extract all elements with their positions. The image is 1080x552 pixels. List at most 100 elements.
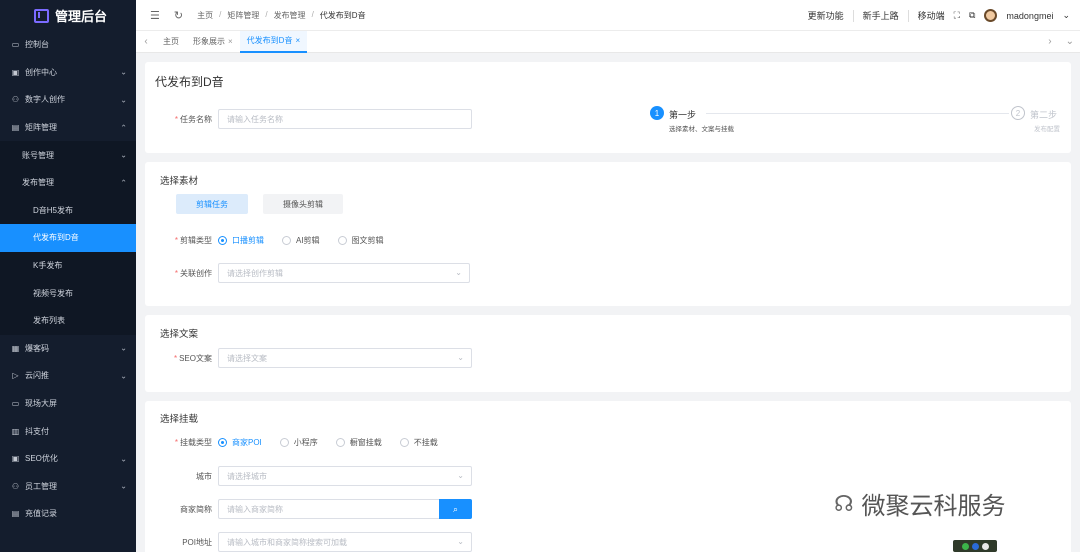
radio-merchant-poi[interactable]: 商家POI — [218, 437, 262, 448]
qrcode-icon: ▦ — [11, 343, 20, 353]
task-name-input[interactable]: 请输入任务名称 — [218, 109, 472, 129]
close-icon[interactable]: × — [228, 37, 233, 46]
avatar[interactable] — [984, 9, 998, 22]
chevron-down-icon: ⌄ — [120, 481, 127, 491]
chevron-up-icon: ⌃ — [120, 123, 127, 133]
app-logo[interactable]: 管理后台 — [0, 0, 136, 31]
wallet-icon: ▤ — [11, 509, 20, 519]
sidebar-item-recharge[interactable]: ▤ 充值记录 — [0, 500, 136, 528]
task-card: 代发布到D音 * 任务名称 请输入任务名称 1 第一步 选择素材、文案与挂载 2 … — [145, 62, 1071, 153]
sidebar-item-digital-human[interactable]: ⚇ 数字人创作 ⌄ — [0, 86, 136, 114]
radio-no-mount[interactable]: 不挂载 — [399, 437, 438, 448]
sidebar-item-publish-list[interactable]: 发布列表 — [0, 306, 136, 335]
search-icon: ⌕ — [452, 503, 459, 514]
mobile-link[interactable]: 移动端 — [918, 9, 945, 22]
chevron-down-icon: ⌄ — [457, 471, 464, 480]
logo-icon — [34, 8, 49, 23]
copy-card: 选择文案 * SEO文案 请选择文案 ⌄ — [145, 315, 1071, 392]
chevron-down-icon: ⌄ — [120, 150, 127, 160]
screen-icon: ▭ — [11, 399, 20, 409]
sidebar-item-cloud-push[interactable]: ▷ 云闪推 ⌄ — [0, 362, 136, 390]
sidebar-item-publish[interactable]: 发布管理 ⌃ — [0, 168, 136, 197]
page-title: 代发布到D音 — [155, 75, 224, 89]
staff-icon: ⚇ — [11, 481, 20, 491]
sidebar-item-big-screen[interactable]: ▭ 现场大屏 — [0, 390, 136, 418]
radio-mini-program[interactable]: 小程序 — [279, 437, 318, 448]
poi-row: POI地址 请输入城市和商家简称搜索可加载 ⌄ — [145, 532, 472, 552]
tab-bar: ‹ 主页 形象展示 × 代发布到D音 × › ⌄ — [136, 30, 1080, 53]
refresh-icon[interactable]: ↻ — [174, 9, 183, 22]
breadcrumb-publish[interactable]: 发布管理 — [274, 10, 306, 21]
sidebar-item-seo[interactable]: ▣ SEO优化 ⌄ — [0, 445, 136, 473]
sidebar-item-pay[interactable]: ▥ 抖支付 — [0, 417, 136, 445]
tray-icon[interactable] — [971, 542, 979, 550]
breadcrumb-home[interactable]: 主页 — [197, 10, 213, 21]
monitor-icon: ▭ — [11, 40, 20, 50]
tray-icon[interactable] — [981, 542, 989, 550]
chevron-down-icon: ⌄ — [457, 353, 464, 362]
top-bar: ☰ ↻ 主页 / 矩阵管理 / 发布管理 / 代发布到D音 更新功能 新手上路 … — [136, 0, 1080, 31]
top-bar-actions: 更新功能 新手上路 移动端 ⛶ ⧉ madongmei ⌄ — [808, 0, 1070, 31]
search-button[interactable]: ⌕ — [439, 499, 472, 519]
sidebar-item-k-publish[interactable]: K手发布 — [0, 251, 136, 280]
radio-showcase[interactable]: 橱窗挂载 — [335, 437, 382, 448]
related-creation-select[interactable]: 请选择创作剪辑 ⌄ — [218, 263, 470, 283]
tab-scroll-right-icon[interactable]: › — [1048, 36, 1051, 47]
radio-ai-edit[interactable]: AI剪辑 — [282, 235, 320, 246]
edit-task-tab[interactable]: 剪辑任务 — [176, 194, 248, 214]
guide-link[interactable]: 新手上路 — [863, 9, 899, 22]
sidebar-item-creation-center[interactable]: ▣ 创作中心 ⌄ — [0, 59, 136, 87]
material-title: 选择素材 — [160, 176, 199, 187]
chevron-down-icon: ⌄ — [120, 343, 127, 353]
tab-home[interactable]: 主页 — [156, 31, 186, 53]
tray-icon[interactable] — [961, 542, 969, 550]
sidebar: 管理后台 ▭ 控制台 ▣ 创作中心 ⌄ ⚇ 数字人创作 ⌄ ▤ 矩阵管理 ⌃ 账号管理 ⌄ 发布… — [0, 0, 136, 552]
sidebar-menu: ▭ 控制台 ▣ 创作中心 ⌄ ⚇ 数字人创作 ⌄ ▤ 矩阵管理 ⌃ 账号管理 ⌄ 发布管理 ⌃ D… — [0, 31, 136, 528]
sidebar-item-channel-publish[interactable]: 视频号发布 — [0, 279, 136, 307]
sidebar-item-proxy-publish[interactable]: 代发布到D音 — [0, 224, 136, 252]
radio-image-text-edit[interactable]: 图文剪辑 — [337, 235, 384, 246]
close-icon[interactable]: × — [295, 36, 300, 45]
wechat-icon: ☊ — [834, 490, 854, 516]
city-row: 城市 请选择城市 ⌄ — [145, 466, 472, 486]
sidebar-item-staff[interactable]: ⚇ 员工管理 ⌄ — [0, 473, 136, 501]
translate-icon[interactable]: ⧉ — [969, 10, 975, 21]
camera-edit-tab[interactable]: 摄像头剪辑 — [263, 194, 343, 214]
tab-scroll-left-icon[interactable]: ‹ — [136, 36, 156, 47]
breadcrumb: 主页 / 矩阵管理 / 发布管理 / 代发布到D音 — [197, 9, 366, 21]
watermark: ☊ 微聚云科服务 — [834, 490, 1006, 521]
sidebar-item-dashboard[interactable]: ▭ 控制台 — [0, 31, 136, 59]
sidebar-item-qrcode[interactable]: ▦ 爆客码 ⌄ — [0, 335, 136, 363]
tab-proxy-publish[interactable]: 代发布到D音 × — [239, 30, 308, 53]
chevron-down-icon: ⌄ — [120, 95, 127, 105]
tab-menu-icon[interactable]: ⌄ — [1066, 36, 1074, 47]
poi-select[interactable]: 请输入城市和商家简称搜索可加载 ⌄ — [218, 532, 472, 552]
chevron-down-icon[interactable]: ⌄ — [1062, 10, 1070, 21]
seo-row: * SEO文案 请选择文案 ⌄ — [145, 348, 472, 368]
mount-type-row: * 挂载类型 商家POI 小程序 橱窗挂载 不挂载 — [174, 437, 438, 448]
pay-icon: ▥ — [11, 426, 20, 436]
mount-type-radio-group: 商家POI 小程序 橱窗挂载 不挂载 — [218, 437, 438, 448]
tab-profile[interactable]: 形象展示 × — [186, 31, 240, 53]
merchant-input[interactable]: 请输入商家简称 ⌕ — [218, 499, 472, 519]
material-card: 选择素材 剪辑任务 摄像头剪辑 * 剪辑类型 口播剪辑 AI剪辑 图文剪辑 * 关联… — [145, 162, 1071, 306]
user-name[interactable]: madongmei — [1006, 11, 1053, 21]
grid-icon: ▤ — [11, 123, 20, 133]
sidebar-item-matrix[interactable]: ▤ 矩阵管理 ⌃ — [0, 114, 136, 142]
city-select[interactable]: 请选择城市 ⌄ — [218, 466, 472, 486]
seo-copy-select[interactable]: 请选择文案 ⌄ — [218, 348, 472, 368]
menu-fold-icon[interactable]: ☰ — [150, 9, 160, 22]
sidebar-item-h5-publish[interactable]: D音H5发布 — [0, 196, 136, 225]
sidebar-item-accounts[interactable]: 账号管理 ⌄ — [0, 141, 136, 169]
system-tray — [953, 540, 997, 552]
seo-icon: ▣ — [11, 454, 20, 464]
steps: 1 第一步 选择素材、文案与挂载 2 第二步 发布配置 — [650, 106, 1060, 136]
radio-oral-edit[interactable]: 口播剪辑 — [218, 235, 264, 246]
chevron-down-icon: ⌄ — [120, 67, 127, 77]
app-title: 管理后台 — [55, 9, 108, 24]
fullscreen-icon[interactable]: ⛶ — [954, 10, 960, 21]
breadcrumb-matrix[interactable]: 矩阵管理 — [227, 10, 259, 21]
video-icon: ▷ — [12, 371, 19, 381]
update-link[interactable]: 更新功能 — [808, 9, 844, 22]
breadcrumb-current: 代发布到D音 — [319, 10, 366, 20]
